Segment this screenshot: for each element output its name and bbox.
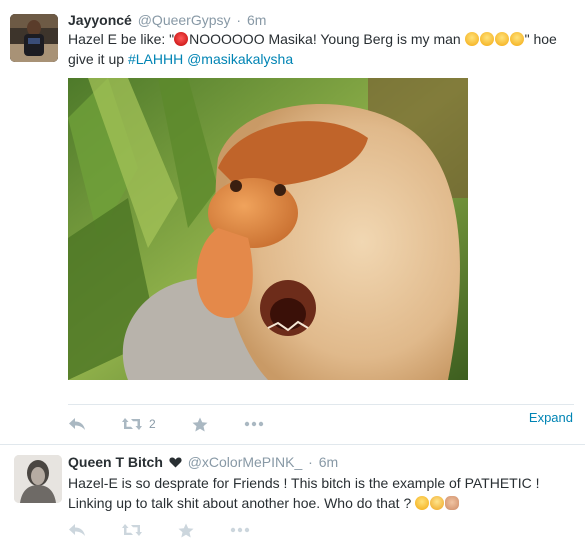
avatar[interactable] — [14, 455, 62, 503]
separator: · — [308, 454, 313, 470]
tweet[interactable]: Jayyoncé @QueerGypsy · 6m Hazel E be lik… — [0, 0, 585, 444]
face-with-tears-of-joy-icon — [415, 496, 430, 510]
retweet-button[interactable] — [122, 523, 142, 537]
face-with-tears-of-joy-icon — [464, 32, 479, 46]
face-with-tears-of-joy-icon — [479, 32, 494, 46]
proboscis-monkey-photo — [68, 78, 468, 380]
raised-hand-icon — [445, 496, 460, 510]
heart-icon — [169, 457, 182, 468]
astonished-face-icon — [430, 496, 445, 510]
tweet-text: Hazel-E is so desprate for Friends ! Thi… — [68, 473, 573, 513]
timestamp[interactable]: 6m — [247, 12, 266, 28]
favorite-button[interactable] — [192, 417, 208, 432]
fullname[interactable]: Jayyoncé — [68, 12, 132, 28]
more-button[interactable] — [244, 421, 264, 427]
avatar-image — [14, 455, 62, 503]
retweet-count: 2 — [149, 417, 156, 431]
reply-button[interactable] — [68, 417, 86, 431]
tweet-text-segment: NOOOOOO Masika! Young Berg is my man — [189, 31, 465, 47]
username[interactable]: @QueerGypsy — [138, 12, 231, 28]
tweet-actions — [68, 519, 286, 541]
tweet-text: Hazel E be like: " NOOOOOO Masika! Young … — [68, 29, 573, 69]
retweet-icon — [122, 418, 142, 430]
face-with-tears-of-joy-icon — [494, 32, 509, 46]
retweet-icon — [122, 524, 142, 536]
reply-icon — [69, 418, 85, 430]
tweet-text-line: Linking up to talk shit about another ho… — [68, 495, 416, 511]
mention-link[interactable]: @masikakalysha — [187, 51, 293, 67]
separator: · — [236, 12, 242, 28]
fullname[interactable]: Queen T Bitch — [68, 454, 163, 470]
divider — [68, 404, 574, 405]
hashtag-link[interactable]: #LAHHH — [128, 51, 183, 67]
face-with-tears-of-joy-icon — [509, 32, 524, 46]
tweet-header: Jayyoncé @QueerGypsy · 6m — [68, 11, 266, 29]
favorite-button[interactable] — [178, 523, 194, 538]
tweet-header: Queen T Bitch @xColorMePINK_ · 6m — [68, 453, 338, 471]
timestamp[interactable]: 6m — [319, 454, 338, 470]
retweet-button[interactable]: 2 — [122, 417, 156, 431]
expand-link[interactable]: Expand — [529, 410, 573, 425]
more-dots-icon — [244, 421, 263, 427]
more-dots-icon — [230, 527, 250, 533]
avatar[interactable] — [10, 14, 58, 62]
tweet-actions: 2 — [68, 413, 300, 435]
more-button[interactable] — [230, 527, 250, 533]
tweet-photo[interactable] — [68, 78, 468, 380]
tweet-text-segment: Hazel E be like: " — [68, 31, 175, 47]
reply-icon — [69, 524, 85, 536]
angry-face-icon — [174, 32, 189, 46]
username[interactable]: @xColorMePINK_ — [188, 454, 303, 470]
reply-button[interactable] — [68, 523, 86, 537]
tweet[interactable]: Queen T Bitch @xColorMePINK_ · 6m Hazel-… — [0, 444, 585, 557]
star-icon — [178, 523, 194, 537]
tweet-text-line: Hazel-E is so desprate for Friends ! Thi… — [68, 475, 540, 491]
avatar-image — [10, 14, 58, 62]
star-icon — [192, 417, 208, 431]
